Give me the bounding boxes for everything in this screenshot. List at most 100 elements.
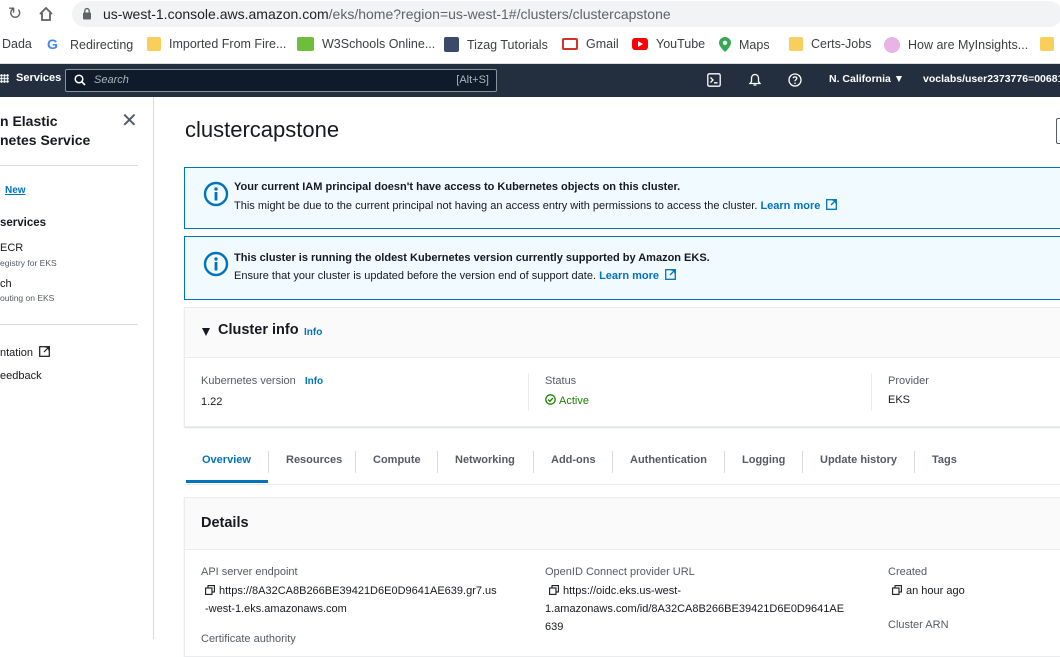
url-host: us-west-1.console.aws.amazon.com — [103, 6, 329, 22]
alert-body-text: This might be due to the current princip… — [234, 200, 758, 212]
info-link[interactable]: Info — [305, 376, 323, 387]
alert-body: Ensure that your cluster is updated befo… — [234, 269, 677, 282]
tab-separator — [268, 451, 269, 473]
bookmark-label: Certs-Jobs — [811, 37, 872, 51]
bookmark-label: Tizag Tutorials — [467, 37, 548, 52]
account-menu[interactable]: voclabs/user2373776=0068184 — [923, 73, 1060, 85]
caret-down-icon[interactable] — [202, 328, 210, 336]
folder-icon — [147, 37, 161, 51]
learn-more-link[interactable]: Learn more — [599, 269, 677, 282]
active-tab-indicator — [186, 480, 268, 483]
bookmark-tizag[interactable]: Tizag Tutorials — [444, 37, 548, 52]
bookmark-maps[interactable]: Maps — [719, 37, 770, 52]
sidebar-item-documentation[interactable]: ntation — [0, 346, 50, 359]
bookmark-label: How are MyInsights... — [908, 38, 1029, 52]
tab-add-ons[interactable]: Add-ons — [551, 454, 596, 466]
bookmark-w3schools[interactable]: W3Schools Online... — [297, 37, 435, 51]
bookmark-label: Imported From Fire... — [169, 37, 287, 51]
certificate-authority-label: Certificate authority — [201, 633, 296, 645]
external-link-icon — [826, 199, 838, 210]
learn-more-link[interactable]: Learn more — [760, 199, 838, 212]
tab-tags[interactable]: Tags — [932, 454, 957, 466]
info-icon — [203, 181, 229, 207]
reload-icon[interactable]: ↻ — [5, 4, 25, 24]
home-icon[interactable] — [36, 4, 56, 24]
api-endpoint-value: https://8A32CA8B266BE39421D6E0D9641AE639… — [205, 582, 497, 618]
created-value: an hour ago — [892, 582, 965, 600]
tab-authentication[interactable]: Authentication — [630, 454, 707, 466]
close-icon[interactable]: ✕ — [121, 111, 138, 131]
sidebar-item-feedback[interactable]: eedback — [0, 370, 42, 382]
kubernetes-version-label-text: Kubernetes version — [201, 375, 296, 387]
region-selector[interactable]: N. California ▼ — [829, 73, 904, 85]
tab-networking[interactable]: Networking — [455, 454, 515, 466]
sidebar-item-batch[interactable]: ch — [0, 278, 12, 290]
bookmark-label: Maps — [739, 37, 770, 52]
tab-update-history[interactable]: Update history — [820, 454, 897, 466]
bookmark-label: YouTube — [656, 37, 706, 51]
help-icon[interactable] — [788, 73, 802, 87]
column-divider — [528, 373, 529, 411]
bookmark-dada[interactable]: Dada — [2, 37, 32, 51]
myinsights-icon — [884, 37, 900, 53]
check-circle-icon — [545, 394, 556, 405]
bell-icon[interactable] — [748, 73, 762, 87]
info-link[interactable]: Info — [304, 327, 322, 338]
tab-overview[interactable]: Overview — [202, 454, 251, 466]
kubernetes-version-value: 1.22 — [201, 396, 223, 408]
bookmark-label: Redirecting — [70, 37, 134, 52]
cluster-info-header[interactable]: Cluster info Info — [185, 308, 1060, 358]
bookmark-youtube[interactable]: YouTube — [632, 37, 705, 51]
copy-icon[interactable] — [892, 585, 902, 595]
cloudshell-icon[interactable] — [707, 73, 721, 87]
tab-separator — [437, 451, 438, 473]
bookmark-redirecting[interactable]: G Redirecting — [47, 37, 133, 52]
sidebar-title: n Elastic netes Service — [0, 112, 120, 150]
info-icon — [203, 251, 229, 277]
bookmark-folder-overflow[interactable] — [1040, 37, 1060, 51]
bookmark-label: W3Schools Online... — [322, 37, 436, 51]
bookmark-myinsights[interactable]: How are MyInsights... — [884, 37, 1028, 53]
copy-icon[interactable] — [205, 585, 215, 595]
bookmark-label: Dada — [2, 37, 32, 51]
provider-label: Provider — [888, 375, 929, 387]
search-input[interactable]: Search [Alt+S] — [65, 69, 497, 92]
status-value: Active — [545, 394, 589, 407]
sidebar-item-batch-sub: outing on EKS — [0, 293, 55, 303]
documentation-label: ntation — [0, 347, 34, 359]
services-menu[interactable]: Services — [0, 72, 61, 84]
address-bar[interactable]: us-west-1.console.aws.amazon.com/eks/hom… — [72, 1, 1060, 27]
api-endpoint-line1: https://8A32CA8B266BE39421D6E0D9641AE639… — [219, 585, 497, 597]
copy-icon[interactable] — [549, 585, 559, 595]
tab-resources[interactable]: Resources — [286, 454, 342, 466]
aws-top-nav: Services Search [Alt+S] N. California ▼ … — [0, 64, 1060, 97]
bookmark-gmail[interactable]: Gmail — [562, 37, 619, 51]
tab-compute[interactable]: Compute — [373, 454, 421, 466]
oidc-url-line1: https://oidc.eks.us-west- — [563, 585, 681, 597]
sidebar-title-line2: netes Service — [0, 132, 91, 148]
sidebar: n Elastic netes Service ✕ New services E… — [0, 97, 154, 639]
sidebar-item-ecr-sub: egistry for EKS — [0, 258, 57, 268]
delete-cluster-button[interactable] — [1056, 118, 1060, 144]
bookmark-imported[interactable]: Imported From Fire... — [147, 37, 286, 51]
search-icon — [74, 74, 86, 86]
column-divider — [871, 373, 872, 411]
tab-separator — [533, 451, 534, 473]
alert-body: This might be due to the current princip… — [234, 199, 838, 212]
alert-title: This cluster is running the oldest Kuber… — [234, 252, 710, 264]
browser-toolbar: ↻ us-west-1.console.aws.amazon.com/eks/h… — [0, 0, 1060, 28]
google-icon: G — [47, 36, 58, 52]
cluster-info-card: Cluster info Info Kubernetes version Inf… — [184, 307, 1060, 427]
bookmarks-bar: Dada G Redirecting Imported From Fire...… — [0, 28, 1060, 64]
new-badge-link[interactable]: New — [5, 185, 26, 196]
cluster-arn-label: Cluster ARN — [888, 619, 949, 631]
tab-separator — [914, 451, 915, 473]
kubernetes-version-label: Kubernetes version Info — [201, 375, 323, 387]
tab-logging[interactable]: Logging — [742, 454, 785, 466]
details-card: Details API server endpoint https://8A32… — [184, 497, 1060, 657]
lock-icon — [83, 7, 91, 20]
details-heading: Details — [201, 515, 249, 531]
bookmark-certs-jobs[interactable]: Certs-Jobs — [789, 37, 871, 51]
sidebar-item-ecr[interactable]: ECR — [0, 242, 23, 254]
bookmark-label: Gmail — [586, 37, 619, 51]
